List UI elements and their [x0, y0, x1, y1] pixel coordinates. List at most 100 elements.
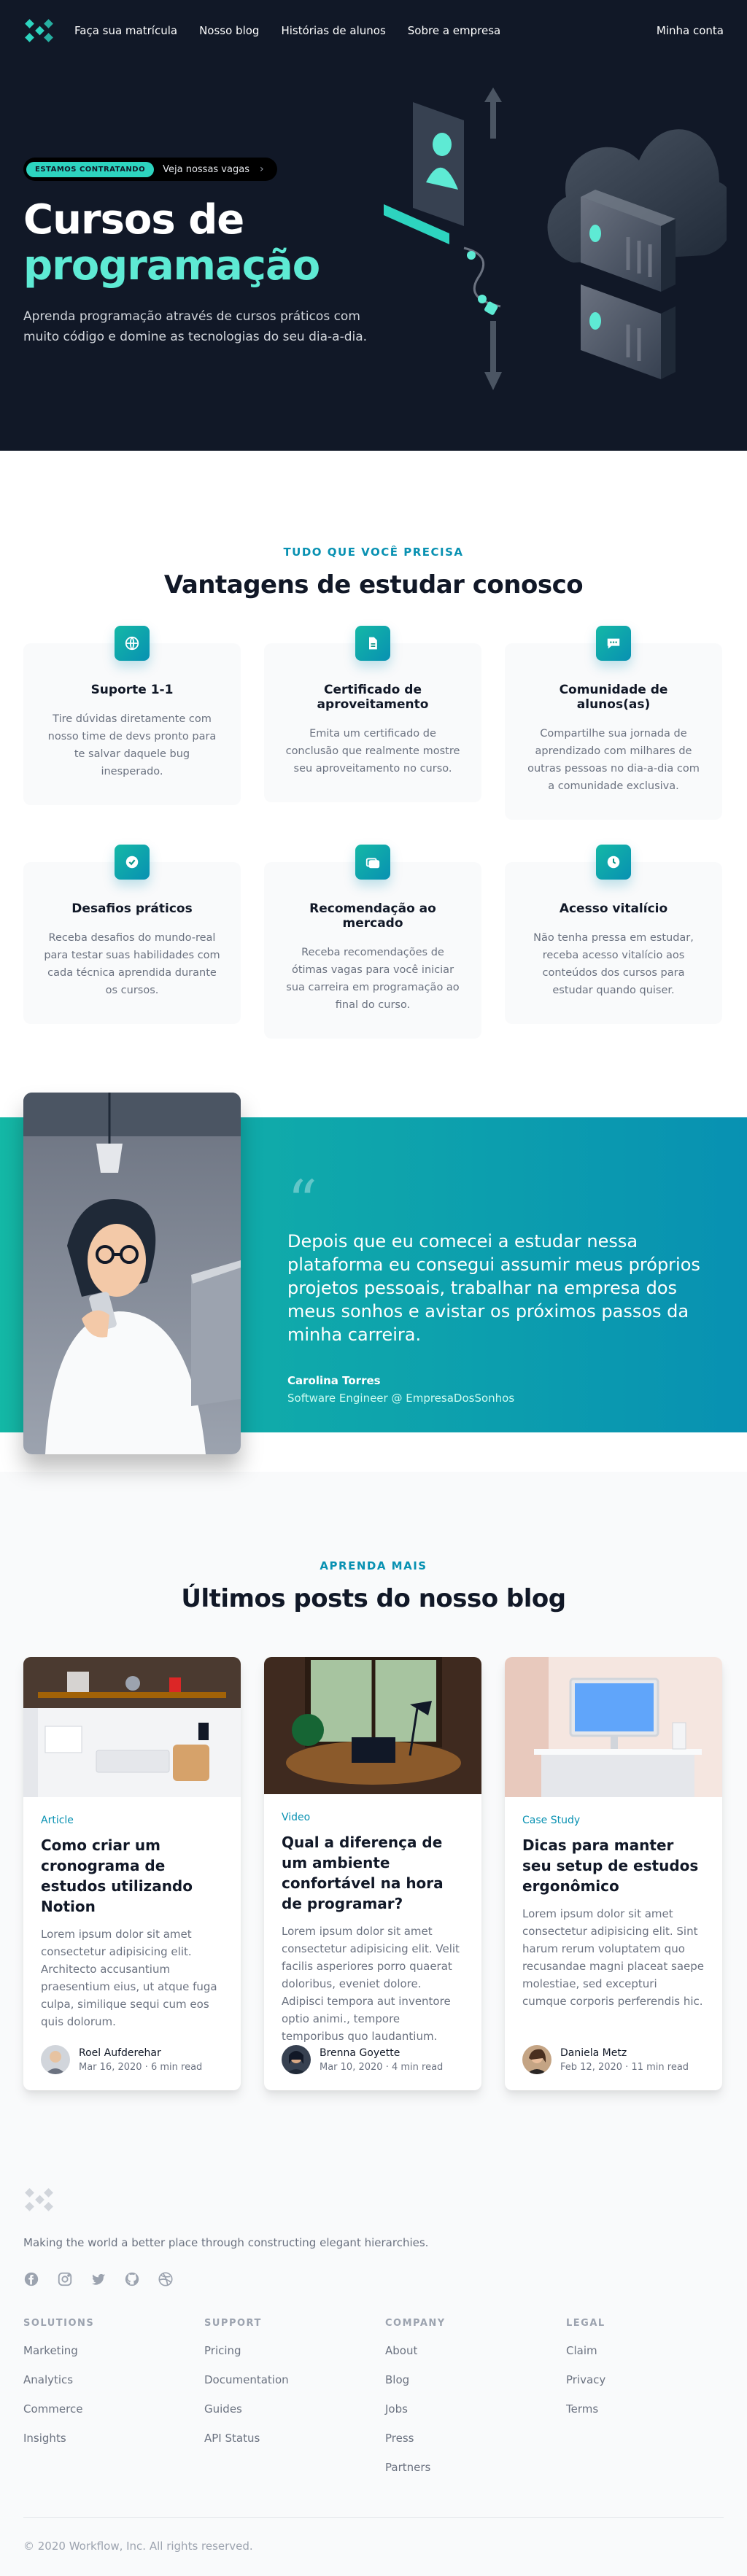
post-meta: Mar 16, 2020 · 6 min read — [79, 2061, 203, 2073]
social-links — [23, 2271, 724, 2287]
post-title[interactable]: Como criar um cronograma de estudos util… — [41, 1835, 223, 1917]
post-category[interactable]: Article — [41, 1815, 223, 1826]
footer-col-heading: Support — [204, 2318, 262, 2329]
footer-link[interactable]: Documentation — [204, 2371, 385, 2389]
site-footer: Making the world a better place through … — [0, 2185, 747, 2576]
author-name[interactable]: Brenna Goyette — [320, 2047, 443, 2059]
post-image-setup[interactable] — [505, 1657, 722, 1797]
feature-card-challenges: Desafios práticos Receba desafios do mun… — [23, 845, 241, 1024]
feature-text: Receba recomendações de ótimas vagas par… — [286, 947, 460, 1011]
globe-icon — [115, 626, 150, 661]
post-meta: Feb 12, 2020 · 11 min read — [560, 2061, 689, 2073]
github-icon[interactable] — [124, 2271, 140, 2287]
feature-text: Tire dúvidas diretamente com nosso time … — [47, 713, 217, 777]
footer-link[interactable]: Analytics — [23, 2371, 204, 2389]
jobs-link-text: Veja nossas vagas — [163, 163, 249, 175]
nav-link-blog[interactable]: Nosso blog — [199, 24, 259, 37]
post-title[interactable]: Dicas para manter seu setup de estudos e… — [522, 1835, 705, 1896]
feature-text: Não tenha pressa em estudar, receba aces… — [533, 932, 694, 996]
features-eyebrow: Tudo que você precisa — [283, 546, 464, 559]
facebook-icon[interactable] — [23, 2271, 39, 2287]
footer-link[interactable]: Claim — [566, 2342, 747, 2359]
instagram-icon[interactable] — [57, 2271, 73, 2287]
testimonial-section: “ Depois que eu comecei a estudar nessa … — [0, 1093, 747, 1472]
feature-title: Desafios práticos — [71, 901, 193, 916]
footer-link[interactable]: API Status — [204, 2429, 385, 2447]
hero-title: Cursos de programação — [23, 197, 388, 289]
feature-title: Suporte 1-1 — [90, 683, 174, 697]
hiring-pill[interactable]: Estamos contratando Veja nossas vagas › — [23, 158, 277, 181]
nav-link-about[interactable]: Sobre a empresa — [408, 24, 500, 37]
testimonial-photo — [23, 1093, 241, 1454]
footer-col-legal: Legal Claim Privacy Terms — [566, 2318, 747, 2488]
hero-section: Faça sua matrícula Nosso blog Histórias … — [0, 0, 747, 451]
document-icon — [355, 626, 390, 661]
nav-link-enroll[interactable]: Faça sua matrícula — [74, 24, 177, 37]
footer-col-heading: Company — [385, 2318, 446, 2329]
footer-col-heading: Legal — [566, 2318, 605, 2329]
blog-post-card[interactable]: Video Qual a diferença de um ambiente co… — [264, 1657, 481, 2090]
twitter-icon[interactable] — [90, 2271, 107, 2287]
footer-link[interactable]: Privacy — [566, 2371, 747, 2389]
feature-title: Acesso vitalício — [559, 901, 668, 916]
feature-text: Compartilhe sua jornada de aprendizado c… — [527, 728, 700, 792]
testimonial-quote: Depois que eu comecei a estudar nessa pl… — [287, 1231, 700, 1345]
quote-icon: “ — [287, 1168, 317, 1235]
avatar[interactable] — [41, 2045, 70, 2074]
feature-card-lifetime: Acesso vitalício Não tenha pressa em est… — [505, 845, 722, 1024]
footer-link[interactable]: Insights — [23, 2429, 204, 2447]
footer-link[interactable]: Jobs — [385, 2400, 566, 2418]
footer-link[interactable]: Press — [385, 2429, 566, 2447]
post-date: Feb 12, 2020 — [560, 2061, 623, 2073]
footer-link[interactable]: About — [385, 2342, 566, 2359]
post-excerpt: Lorem ipsum dolor sit amet consectetur a… — [522, 1907, 704, 2008]
blog-post-card[interactable]: Case Study Dicas para manter seu setup d… — [505, 1657, 722, 2090]
post-read-time: 11 min read — [631, 2061, 689, 2073]
post-image-desk[interactable] — [23, 1657, 241, 1797]
account-link[interactable]: Minha conta — [657, 24, 724, 37]
post-read-time: 6 min read — [150, 2061, 203, 2073]
post-meta: Mar 10, 2020 · 4 min read — [320, 2061, 444, 2073]
workflow-logo-gray — [25, 2188, 53, 2211]
collection-icon — [355, 845, 390, 880]
footer-col-heading: Solutions — [23, 2318, 95, 2329]
post-date: Mar 16, 2020 — [79, 2061, 142, 2073]
testimonial-role: Software Engineer @ EmpresaDosSonhos — [287, 1392, 515, 1405]
post-read-time: 4 min read — [391, 2061, 444, 2073]
post-title[interactable]: Qual a diferença de um ambiente confortá… — [282, 1832, 464, 1914]
footer-link[interactable]: Marketing — [23, 2342, 204, 2359]
post-category[interactable]: Case Study — [522, 1815, 705, 1826]
dribbble-icon[interactable] — [158, 2271, 174, 2287]
post-image-workspace[interactable] — [264, 1657, 481, 1794]
avatar[interactable] — [282, 2045, 311, 2074]
testimonial-name: Carolina Torres — [287, 1374, 381, 1387]
features-section: Tudo que você precisa Vantagens de estud… — [0, 451, 747, 1081]
clock-icon — [596, 845, 631, 880]
feature-title: Comunidade de alunos(as) — [559, 683, 668, 712]
author-name[interactable]: Roel Aufderehar — [79, 2047, 202, 2059]
hero-title-line2: programação — [23, 242, 320, 290]
features-title: Vantagens de estudar conosco — [163, 570, 584, 600]
footer-link[interactable]: Terms — [566, 2400, 747, 2418]
chat-icon — [596, 626, 631, 661]
footer-tagline: Making the world a better place through … — [23, 2236, 429, 2249]
workflow-logo[interactable] — [23, 16, 55, 45]
feature-title: Certificado de aproveitamento — [317, 683, 429, 712]
author-name[interactable]: Daniela Metz — [560, 2047, 689, 2059]
footer-col-solutions: Solutions Marketing Analytics Commerce I… — [23, 2318, 204, 2488]
feature-card-recommendation: Recomendação ao mercado Receba recomenda… — [264, 845, 481, 1039]
footer-link[interactable]: Pricing — [204, 2342, 385, 2359]
nav-link-stories[interactable]: Histórias de alunos — [281, 24, 385, 37]
avatar[interactable] — [522, 2045, 551, 2074]
blog-post-card[interactable]: Article Como criar um cronograma de estu… — [23, 1657, 241, 2090]
cloud-servers-illustration — [384, 88, 727, 390]
feature-text: Receba desafios do mundo-real para testa… — [44, 932, 220, 996]
footer-link[interactable]: Guides — [204, 2400, 385, 2418]
blog-title: Últimos posts do nosso blog — [181, 1584, 566, 1613]
copyright: © 2020 Workflow, Inc. All rights reserve… — [23, 2517, 724, 2553]
footer-link[interactable]: Commerce — [23, 2400, 204, 2418]
footer-link[interactable]: Blog — [385, 2371, 566, 2389]
feature-text: Emita um certificado de conclusão que re… — [285, 728, 460, 775]
footer-link[interactable]: Partners — [385, 2459, 566, 2476]
post-category[interactable]: Video — [282, 1812, 464, 1823]
